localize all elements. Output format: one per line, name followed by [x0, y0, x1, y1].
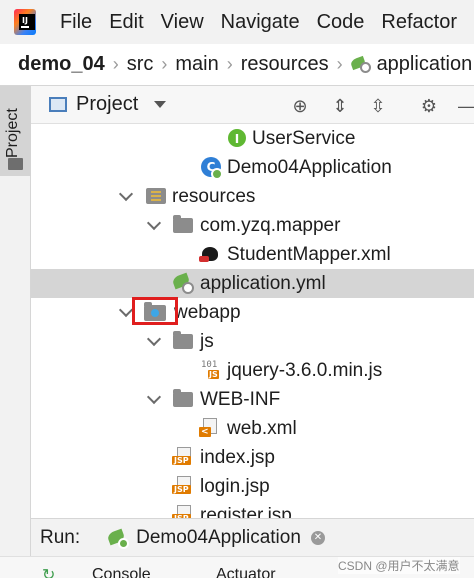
breadcrumb: demo_04 › src › main › resources › appli…: [0, 44, 474, 86]
tree-row-label: application.yml: [200, 272, 326, 294]
tree-row-label: webapp: [174, 301, 241, 323]
tree-row-label: resources: [172, 185, 256, 207]
expand-all-icon[interactable]: ⇕: [329, 95, 351, 117]
tree-row-label: Demo04Application: [227, 156, 392, 178]
spring-boot-run-icon: [106, 528, 130, 549]
watermark: CSDN @用户不太满意: [338, 557, 460, 574]
jsp-file-icon: JSP: [172, 476, 194, 498]
mybatis-mapper-icon: [199, 244, 221, 264]
chevron-down-icon[interactable]: [119, 304, 133, 318]
tree-row[interactable]: JSP login.jsp: [31, 472, 474, 501]
tree-row-label: register.jsp: [200, 504, 292, 519]
folder-icon: [173, 389, 193, 407]
menu-navigate[interactable]: Navigate: [221, 11, 300, 34]
project-toolbar: Project ⊕ ⇕ ⇳ ⚙ —: [31, 86, 474, 124]
tree-row-selected[interactable]: application.yml: [31, 269, 474, 298]
breadcrumb-separator-icon: ›: [112, 54, 119, 74]
annotation-highlight-box: [132, 297, 178, 325]
tree-row[interactable]: JSP register.jsp: [31, 501, 474, 518]
tree-row[interactable]: resources: [31, 182, 474, 211]
tree-row[interactable]: com.yzq.mapper: [31, 211, 474, 240]
js-file-icon: 101 JS: [201, 360, 219, 379]
gear-icon[interactable]: ⚙: [418, 95, 440, 117]
tree-row-label: js: [200, 330, 214, 352]
tree-row[interactable]: webapp: [31, 298, 474, 327]
folder-icon: [8, 158, 23, 170]
tree-row-label: index.jsp: [200, 446, 275, 468]
spring-boot-class-icon: C: [201, 157, 223, 180]
project-view-icon: [49, 97, 67, 112]
spring-config-icon: [349, 55, 373, 73]
tab-console[interactable]: Console: [92, 566, 151, 578]
chevron-down-icon[interactable]: [147, 333, 161, 347]
breadcrumb-src[interactable]: src: [127, 53, 154, 76]
breadcrumb-resources[interactable]: resources: [241, 53, 329, 76]
breadcrumb-separator-icon: ›: [161, 54, 168, 74]
project-view-title[interactable]: Project: [76, 93, 138, 116]
tree-row[interactable]: I UserService: [31, 124, 474, 153]
menu-view[interactable]: View: [161, 11, 204, 34]
tree-row-label: UserService: [252, 127, 356, 149]
tree-row-label: web.xml: [227, 417, 297, 439]
close-icon[interactable]: ✕: [310, 530, 325, 545]
interface-icon: I: [228, 129, 246, 147]
collapse-all-icon[interactable]: ⇳: [367, 95, 389, 117]
project-tool-tab-label: Project: [4, 108, 21, 158]
menu-file[interactable]: File: [60, 11, 92, 34]
left-tool-stripe: Project: [0, 86, 31, 518]
tree-row[interactable]: js: [31, 327, 474, 356]
rerun-icon[interactable]: ↻: [42, 565, 58, 578]
hide-icon[interactable]: —: [456, 95, 474, 117]
folder-icon: [173, 215, 193, 233]
tree-row-label: login.jsp: [200, 475, 270, 497]
tree-row[interactable]: StudentMapper.xml: [31, 240, 474, 269]
chevron-down-icon[interactable]: [119, 188, 133, 202]
breadcrumb-project[interactable]: demo_04: [18, 53, 105, 76]
chevron-down-icon[interactable]: [154, 101, 167, 108]
tree-row[interactable]: WEB-INF: [31, 385, 474, 414]
breadcrumb-main[interactable]: main: [175, 53, 218, 76]
chevron-down-icon[interactable]: [147, 217, 161, 231]
breadcrumb-separator-icon: ›: [226, 54, 233, 74]
breadcrumb-separator-icon: ›: [336, 54, 343, 74]
tree-row[interactable]: < web.xml: [31, 414, 474, 443]
tab-actuator[interactable]: Actuator: [216, 566, 276, 578]
run-label: Run:: [40, 526, 81, 548]
jsp-file-icon: JSP: [172, 447, 194, 469]
menu-edit[interactable]: Edit: [109, 11, 143, 34]
run-tab-demo04application[interactable]: Demo04Application ✕: [106, 526, 325, 549]
intellij-logo-icon[interactable]: IJ: [14, 9, 36, 35]
menu-bar: IJ File Edit View Navigate Code Refactor: [0, 0, 474, 44]
tree-row[interactable]: 101 JS jquery-3.6.0.min.js: [31, 356, 474, 385]
tree-row[interactable]: C Demo04Application: [31, 153, 474, 182]
run-tab-label: Demo04Application: [136, 526, 301, 548]
breadcrumb-application[interactable]: application: [377, 53, 473, 76]
folder-icon: [173, 331, 193, 349]
project-tree: I UserService C Demo04Application resour…: [31, 124, 474, 518]
tree-row-label: StudentMapper.xml: [227, 243, 391, 265]
menu-code[interactable]: Code: [317, 11, 365, 34]
spring-config-icon: [171, 272, 195, 294]
tree-row-label: jquery-3.6.0.min.js: [227, 359, 383, 381]
xml-file-icon: <: [199, 418, 219, 440]
menu-refactor[interactable]: Refactor: [381, 11, 457, 34]
run-tool-bar: Run: Demo04Application ✕: [31, 518, 474, 556]
jsp-file-icon: JSP: [172, 505, 194, 518]
locate-icon[interactable]: ⊕: [289, 95, 311, 117]
chevron-down-icon[interactable]: [147, 391, 161, 405]
tree-row-label: com.yzq.mapper: [200, 214, 341, 236]
tree-row[interactable]: JSP index.jsp: [31, 443, 474, 472]
tree-row-label: WEB-INF: [200, 388, 281, 410]
resources-folder-icon: [146, 188, 166, 204]
